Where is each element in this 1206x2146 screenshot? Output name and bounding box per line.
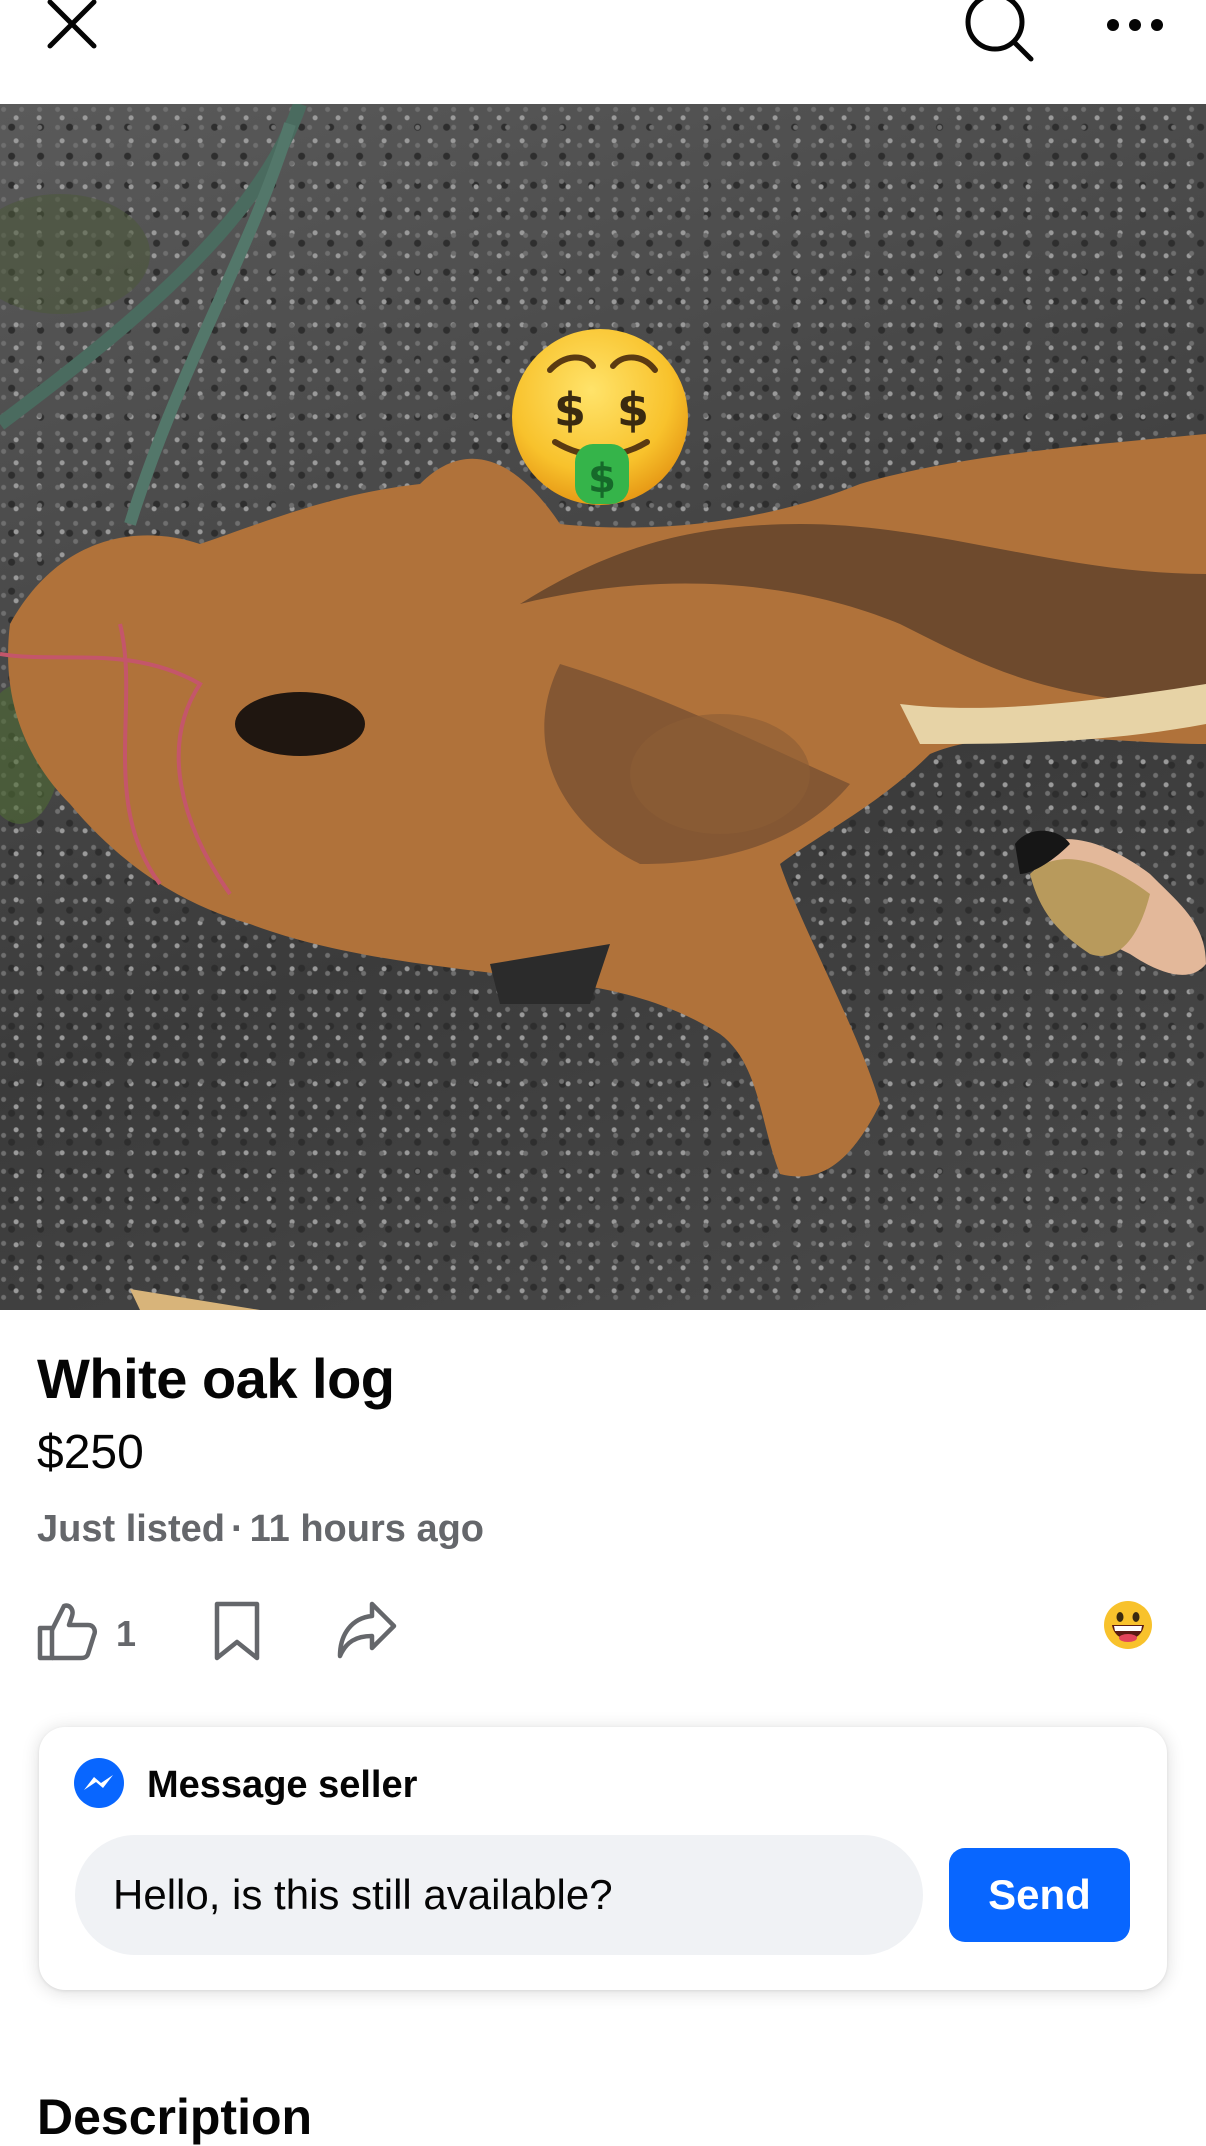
send-button[interactable]: Send: [949, 1848, 1130, 1942]
top-bar: [0, 0, 1206, 104]
message-seller-heading: Message seller: [147, 1764, 418, 1806]
listing-meta: Just listed · 11 hours ago: [37, 1508, 484, 1551]
listing-photo[interactable]: $ $ $: [0, 104, 1206, 1310]
message-seller-card: Message seller Send: [39, 1727, 1167, 1990]
svg-text:$: $: [554, 383, 586, 437]
action-row: 1: [0, 1600, 1206, 1680]
close-icon[interactable]: [44, 0, 100, 52]
bookmark-icon: [213, 1600, 261, 1667]
save-button[interactable]: [213, 1600, 261, 1667]
money-mouth-face-emoji: $ $ $: [505, 322, 695, 512]
listing-price: $250: [37, 1426, 144, 1479]
messenger-icon: [73, 1757, 125, 1814]
message-input[interactable]: [75, 1835, 923, 1955]
search-icon[interactable]: [965, 0, 1037, 62]
listing-age: 11 hours ago: [249, 1508, 485, 1550]
svg-text:$: $: [617, 383, 649, 437]
thumbs-up-icon: [36, 1600, 98, 1667]
description-heading: Description: [37, 2089, 313, 2145]
share-button[interactable]: [336, 1600, 398, 1665]
like-button[interactable]: 1: [36, 1600, 136, 1667]
more-horizontal-icon[interactable]: [1105, 12, 1165, 40]
meta-separator: ·: [230, 1508, 244, 1550]
message-seller-header: Message seller: [73, 1757, 417, 1814]
like-count: 1: [116, 1612, 137, 1654]
listing-title: White oak log: [37, 1347, 395, 1410]
svg-text:$: $: [588, 456, 616, 502]
log-photo-illustration: [0, 104, 1206, 1310]
grinning-emoji: [1103, 1600, 1153, 1655]
listing-status: Just listed: [37, 1508, 225, 1550]
share-icon: [336, 1600, 398, 1665]
reaction-button[interactable]: [1103, 1600, 1153, 1655]
